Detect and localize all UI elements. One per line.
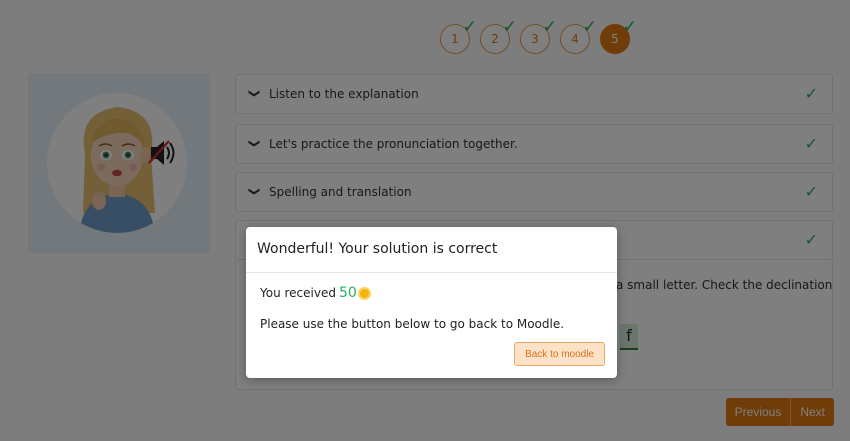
dialog-title: Wonderful! Your solution is correct [257,241,498,257]
points-value: 50 [338,285,357,301]
points-received: You received 50 [260,285,603,301]
dialog-footer: Back to moodle [514,342,605,366]
received-label: You received [260,286,336,300]
back-to-moodle-button[interactable]: Back to moodle [514,342,605,366]
result-dialog: Wonderful! Your solution is correct You … [246,227,617,378]
dialog-body: You received 50 Please use the button be… [246,273,617,343]
coin-icon [357,286,371,300]
dialog-header: Wonderful! Your solution is correct [246,227,617,273]
dialog-instruction: Please use the button below to go back t… [260,317,565,331]
